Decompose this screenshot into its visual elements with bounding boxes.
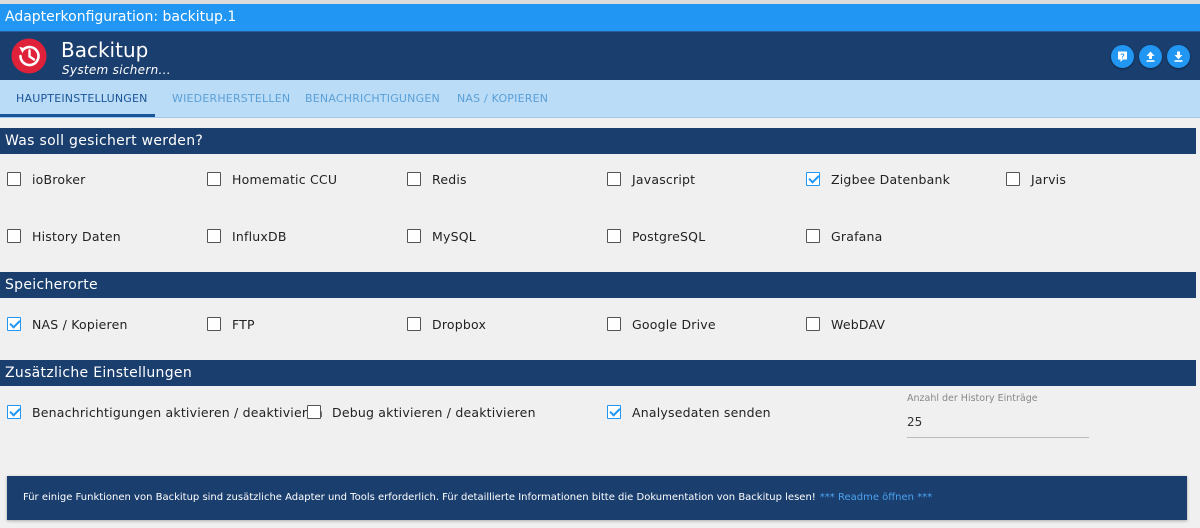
checkbox-label: FTP — [232, 316, 255, 332]
checkbox-iobroker[interactable]: ioBroker — [7, 170, 85, 188]
tab-nas-kopieren[interactable]: NAS / KOPIEREN — [457, 80, 548, 118]
checkbox-webdav[interactable]: WebDAV — [806, 315, 885, 333]
checkbox-debug[interactable]: Debug aktivieren / deaktivieren — [307, 403, 536, 421]
checkbox-label: Grafana — [831, 228, 883, 244]
checkbox-dropbox[interactable]: Dropbox — [407, 315, 486, 333]
checkbox-mysql[interactable]: MySQL — [407, 227, 476, 245]
app-header: Backitup System sichern... ? — [0, 31, 1200, 80]
checkbox-benachrichtigungen[interactable]: Benachrichtigungen aktivieren / deaktivi… — [7, 403, 323, 421]
checkbox-analysedaten[interactable]: Analysedaten senden — [607, 403, 771, 421]
checkbox-label: Javascript — [632, 171, 696, 187]
window-title: Adapterkonfiguration: backitup.1 — [0, 4, 1200, 31]
checkbox-label: Dropbox — [432, 316, 487, 332]
checkbox-label: NAS / Kopieren — [32, 316, 128, 332]
app-subtitle: System sichern... — [62, 63, 171, 77]
checkbox-influxdb[interactable]: InfluxDB — [207, 227, 287, 245]
svg-text:?: ? — [1120, 53, 1124, 60]
checkbox-postgresql[interactable]: PostgreSQL — [607, 227, 705, 245]
section-header-backup: Was soll gesichert werden? — [0, 128, 1196, 154]
checkbox-box[interactable] — [806, 229, 820, 243]
history-entries-label: Anzahl der History Einträge — [907, 393, 1038, 404]
checkbox-box[interactable] — [7, 317, 21, 331]
checkbox-box[interactable] — [806, 172, 820, 186]
download-button[interactable] — [1167, 45, 1190, 68]
info-banner: Für einige Funktionen von Backitup sind … — [7, 476, 1187, 520]
history-entries-input[interactable]: 25 — [907, 414, 1089, 438]
checkbox-box[interactable] — [407, 229, 421, 243]
section-header-extra: Zusätzliche Einstellungen — [0, 360, 1196, 386]
tab-wiederherstellen[interactable]: WIEDERHERSTELLEN — [172, 80, 290, 118]
checkbox-label: Benachrichtigungen aktivieren / deaktivi… — [32, 404, 323, 420]
active-tab-indicator — [0, 114, 155, 117]
checkbox-history-daten[interactable]: History Daten — [7, 227, 121, 245]
checkbox-label: ioBroker — [32, 171, 86, 187]
upload-icon — [1146, 51, 1155, 62]
checkbox-label: Jarvis — [1031, 171, 1067, 187]
checkbox-ftp[interactable]: FTP — [207, 315, 255, 333]
checkbox-box[interactable] — [607, 229, 621, 243]
checkbox-zigbee-datenbank[interactable]: Zigbee Datenbank — [806, 170, 950, 188]
checkbox-grafana[interactable]: Grafana — [806, 227, 883, 245]
upload-button[interactable] — [1139, 45, 1162, 68]
checkbox-box[interactable] — [207, 317, 221, 331]
checkbox-label: Debug aktivieren / deaktivieren — [332, 404, 536, 420]
checkbox-label: History Daten — [32, 228, 121, 244]
checkbox-box[interactable] — [307, 405, 321, 419]
checkbox-google-drive[interactable]: Google Drive — [607, 315, 716, 333]
checkbox-box[interactable] — [207, 172, 221, 186]
checkbox-label: MySQL — [432, 228, 476, 244]
help-icon: ? — [1118, 51, 1127, 62]
section-header-storage: Speicherorte — [0, 272, 1196, 298]
checkbox-box[interactable] — [207, 229, 221, 243]
checkbox-box[interactable] — [7, 172, 21, 186]
info-text: Für einige Funktionen von Backitup sind … — [23, 492, 816, 503]
checkbox-label: Analysedaten senden — [632, 404, 771, 420]
checkbox-nas-kopieren[interactable]: NAS / Kopieren — [7, 315, 128, 333]
checkbox-box[interactable] — [607, 405, 621, 419]
checkbox-label: PostgreSQL — [632, 228, 706, 244]
checkbox-label: Zigbee Datenbank — [831, 171, 951, 187]
checkbox-box[interactable] — [607, 317, 621, 331]
checkbox-label: Google Drive — [632, 316, 716, 332]
checkbox-homematic-ccu[interactable]: Homematic CCU — [207, 170, 337, 188]
readme-link[interactable]: *** Readme öffnen *** — [820, 492, 932, 503]
checkbox-label: Homematic CCU — [232, 171, 338, 187]
backup-clock-icon — [11, 38, 47, 74]
download-icon — [1174, 51, 1183, 62]
checkbox-label: InfluxDB — [232, 228, 287, 244]
checkbox-label: WebDAV — [831, 316, 886, 332]
checkbox-box[interactable] — [7, 229, 21, 243]
checkbox-box[interactable] — [1006, 172, 1020, 186]
checkbox-jarvis[interactable]: Jarvis — [1006, 170, 1066, 188]
help-button[interactable]: ? — [1111, 45, 1134, 68]
checkbox-box[interactable] — [407, 172, 421, 186]
checkbox-javascript[interactable]: Javascript — [607, 170, 695, 188]
checkbox-box[interactable] — [407, 317, 421, 331]
checkbox-box[interactable] — [7, 405, 21, 419]
checkbox-redis[interactable]: Redis — [407, 170, 467, 188]
app-name: Backitup — [61, 38, 149, 62]
checkbox-box[interactable] — [806, 317, 820, 331]
checkbox-box[interactable] — [607, 172, 621, 186]
tab-benachrichtigungen[interactable]: BENACHRICHTIGUNGEN — [305, 80, 440, 118]
tab-haupteinstellungen[interactable]: HAUPTEINSTELLUNGEN — [16, 80, 148, 118]
checkbox-label: Redis — [432, 171, 467, 187]
tab-bar: HAUPTEINSTELLUNGEN WIEDERHERSTELLEN BENA… — [0, 80, 1200, 118]
